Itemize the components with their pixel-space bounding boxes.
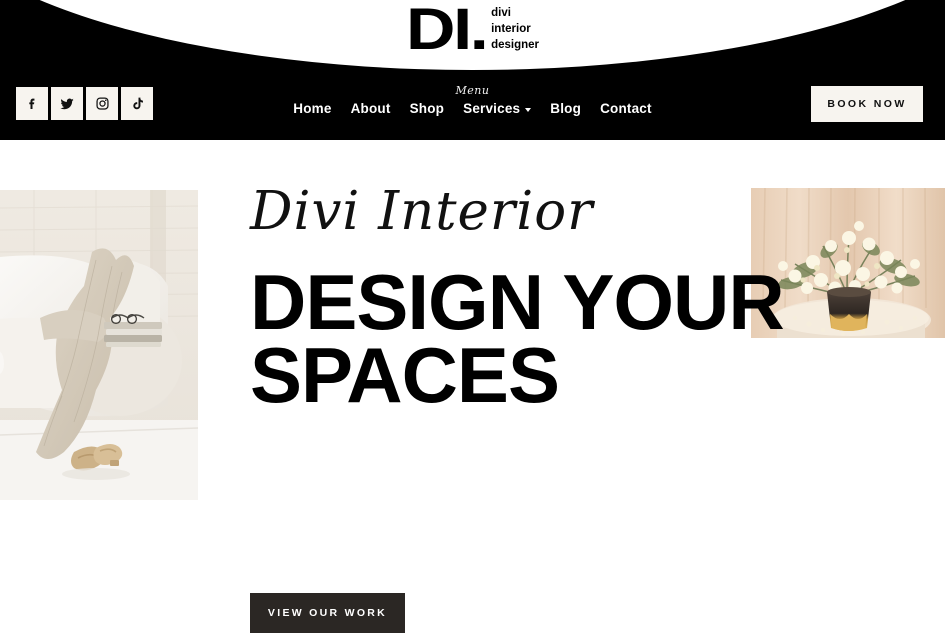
nav-item-services[interactable]: Services bbox=[463, 101, 532, 116]
logo-word-3: designer bbox=[491, 38, 540, 51]
logo-mark: DI. bbox=[405, 0, 489, 62]
chevron-down-icon bbox=[525, 107, 532, 112]
hero-section: Divi Interior DESIGN YOUR SPACES VIEW OU… bbox=[0, 140, 945, 633]
menu-script-label: Menu bbox=[455, 84, 490, 97]
site-logo[interactable]: DI. divi interior designer bbox=[0, 0, 945, 72]
nav-item-home-label: Home bbox=[293, 101, 332, 116]
nav-item-about[interactable]: About bbox=[351, 101, 391, 116]
nav-item-about-label: About bbox=[350, 101, 391, 116]
hero-title-line-1: DESIGN YOUR bbox=[250, 258, 785, 346]
site-header: DI. divi interior designer Menu Home Abo… bbox=[0, 0, 945, 140]
nav-item-shop-label: Shop bbox=[409, 101, 445, 116]
nav-item-home[interactable]: Home bbox=[293, 101, 331, 116]
hero-title-line-2: SPACES bbox=[250, 330, 560, 419]
sofa-photo bbox=[0, 190, 198, 500]
view-our-work-button[interactable]: VIEW OUR WORK bbox=[250, 593, 405, 633]
hero-title: DESIGN YOUR SPACES bbox=[250, 258, 890, 419]
nav-item-contact-label: Contact bbox=[600, 101, 652, 116]
logo-word-1: divi bbox=[491, 7, 511, 19]
logo-wordmark: divi interior designer bbox=[479, 2, 539, 54]
hero-image-left bbox=[0, 190, 198, 500]
nav-link-list: Home About Shop Services Blog Contact bbox=[293, 101, 651, 116]
nav-item-blog-label: Blog bbox=[550, 101, 582, 116]
nav-item-shop[interactable]: Shop bbox=[410, 101, 445, 116]
nav-item-contact[interactable]: Contact bbox=[600, 101, 652, 116]
nav-item-services-label: Services bbox=[463, 101, 521, 116]
nav-item-blog[interactable]: Blog bbox=[550, 101, 581, 116]
hero-script-heading: Divi Interior bbox=[250, 181, 594, 242]
main-navigation: Menu Home About Shop Services Blog Conta… bbox=[0, 84, 945, 116]
logo-word-2: interior bbox=[491, 22, 531, 35]
